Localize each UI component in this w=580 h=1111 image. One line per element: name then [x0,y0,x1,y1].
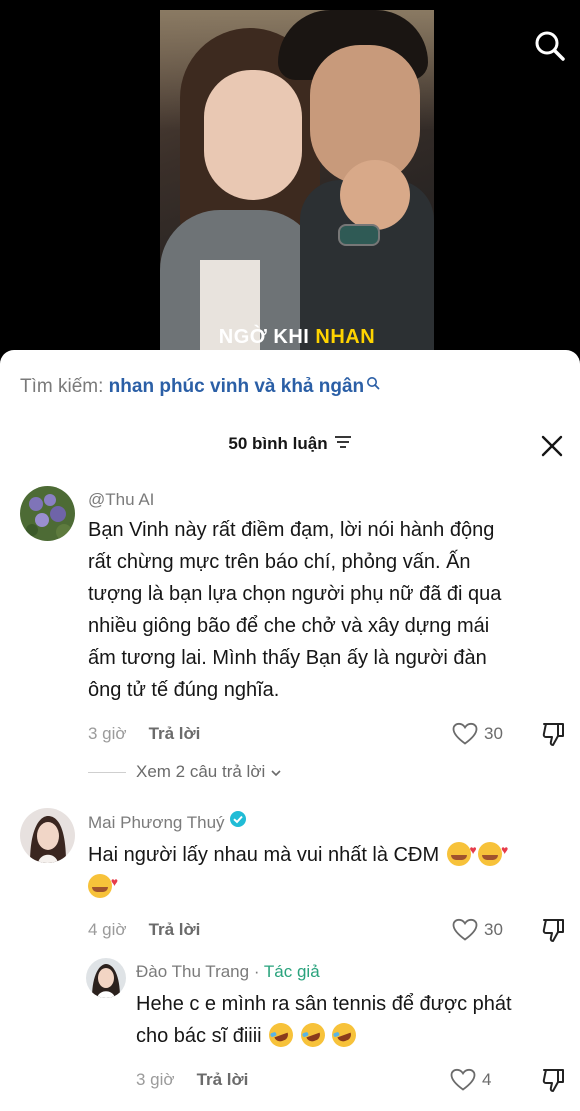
smiling-face-with-hearts-emoji [88,866,118,898]
like-count: 30 [484,724,503,743]
reply-button[interactable]: Trả lời [197,1070,249,1089]
comment-line: nhiều giông bão để che chở và xây dựng m… [88,615,490,637]
comment-time: 3 giờ [88,724,127,743]
view-replies-label: Xem 2 câu trả lời [136,762,266,781]
comment-text: Hai người lấy nhau mà vui nhất là CĐM [88,834,508,903]
reply-button[interactable]: Trả lời [149,724,201,743]
verified-badge-icon [229,810,247,833]
author-tag: Tác giả [263,962,320,981]
video-player[interactable]: NGỜ KHI NHAN [0,0,580,372]
like-button[interactable]: 30 [452,918,503,942]
comments-sheet: Tìm kiếm: nhan phúc vinh và khả ngân 50 … [0,350,580,1111]
like-count: 30 [484,920,503,939]
comments-count: 50 bình luận [228,434,328,453]
video-caption-white: NGỜ KHI [218,326,310,348]
chevron-down-icon [271,769,281,776]
avatar[interactable] [20,486,75,541]
comments-count-header: 50 bình luận [0,434,580,458]
comment-line: rất chừng mực trên báo chí, phỏng vấn. Ấ… [88,551,471,573]
thumbs-down-icon[interactable] [540,916,568,944]
name-separator: · [249,962,264,981]
video-caption: NGỜ KHI NHAN [160,326,434,349]
comment-line: ông tử tế đúng nghĩa. [88,679,280,701]
heart-icon [452,722,478,745]
video-frame[interactable] [160,10,434,360]
heart-icon [450,1068,476,1091]
like-count: 4 [482,1070,492,1089]
search-label: Tìm kiếm: [20,376,104,397]
comment-line: tượng là bạn lựa chọn người phụ nữ đã đi… [88,583,502,605]
comment-line: ấm tương lai. Mình thấy Bạn ấy là người … [88,647,487,669]
reply-username-text[interactable]: Đào Thu Trang [136,962,249,981]
comment-meta: 3 giờ Trả lời [88,724,200,744]
rolling-on-floor-laughing-emoji [265,1019,297,1051]
reply-line: cho bác sĩ điiii [136,1025,262,1047]
comment-username[interactable]: @Thu AI [88,490,154,510]
like-button[interactable]: 4 [450,1068,491,1092]
thread-line [88,772,126,774]
reply-line: Hehe c e mình ra sân tennis để được phát [136,993,512,1015]
comment-username-text: Mai Phương Thuý [88,812,225,832]
smiling-face-with-hearts-emoji [446,834,477,866]
comment-username[interactable]: Mai Phương Thuý [88,810,247,835]
thumbs-down-icon[interactable] [540,720,568,748]
search-query-link[interactable]: nhan phúc vinh và khả ngân [109,376,364,397]
search-suggestion[interactable]: Tìm kiếm: nhan phúc vinh và khả ngân [20,376,380,398]
reply-time: 3 giờ [136,1070,175,1089]
view-replies-button[interactable]: Xem 2 câu trả lời [88,762,282,782]
rolling-on-floor-laughing-emoji [297,1019,329,1051]
filter-icon[interactable] [334,434,352,454]
search-icon[interactable] [532,28,568,64]
avatar[interactable] [20,808,75,863]
reply-text: Hehe c e mình ra sân tennis để được phát… [136,988,512,1052]
comment-line: Hai người lấy nhau mà vui nhất là CĐM [88,844,440,866]
close-icon[interactable] [538,432,566,460]
smiling-face-with-hearts-emoji [478,834,508,866]
reply-meta: 3 giờ Trả lời [136,1070,248,1090]
thumbs-down-icon[interactable] [540,1066,568,1094]
rolling-on-floor-laughing-emoji [328,1019,360,1051]
search-icon[interactable] [366,374,380,396]
comment-line: Bạn Vinh này rất điềm đạm, lời nói hành … [88,519,495,541]
avatar[interactable] [86,958,126,998]
like-button[interactable]: 30 [452,722,503,746]
comment-meta: 4 giờ Trả lời [88,920,200,940]
heart-icon [452,918,478,941]
reply-username: Đào Thu Trang · Tác giả [136,962,320,982]
comment-time: 4 giờ [88,920,127,939]
comment-text: Bạn Vinh này rất điềm đạm, lời nói hành … [88,514,501,706]
reply-button[interactable]: Trả lời [149,920,201,939]
video-caption-yellow: NHAN [315,326,376,348]
